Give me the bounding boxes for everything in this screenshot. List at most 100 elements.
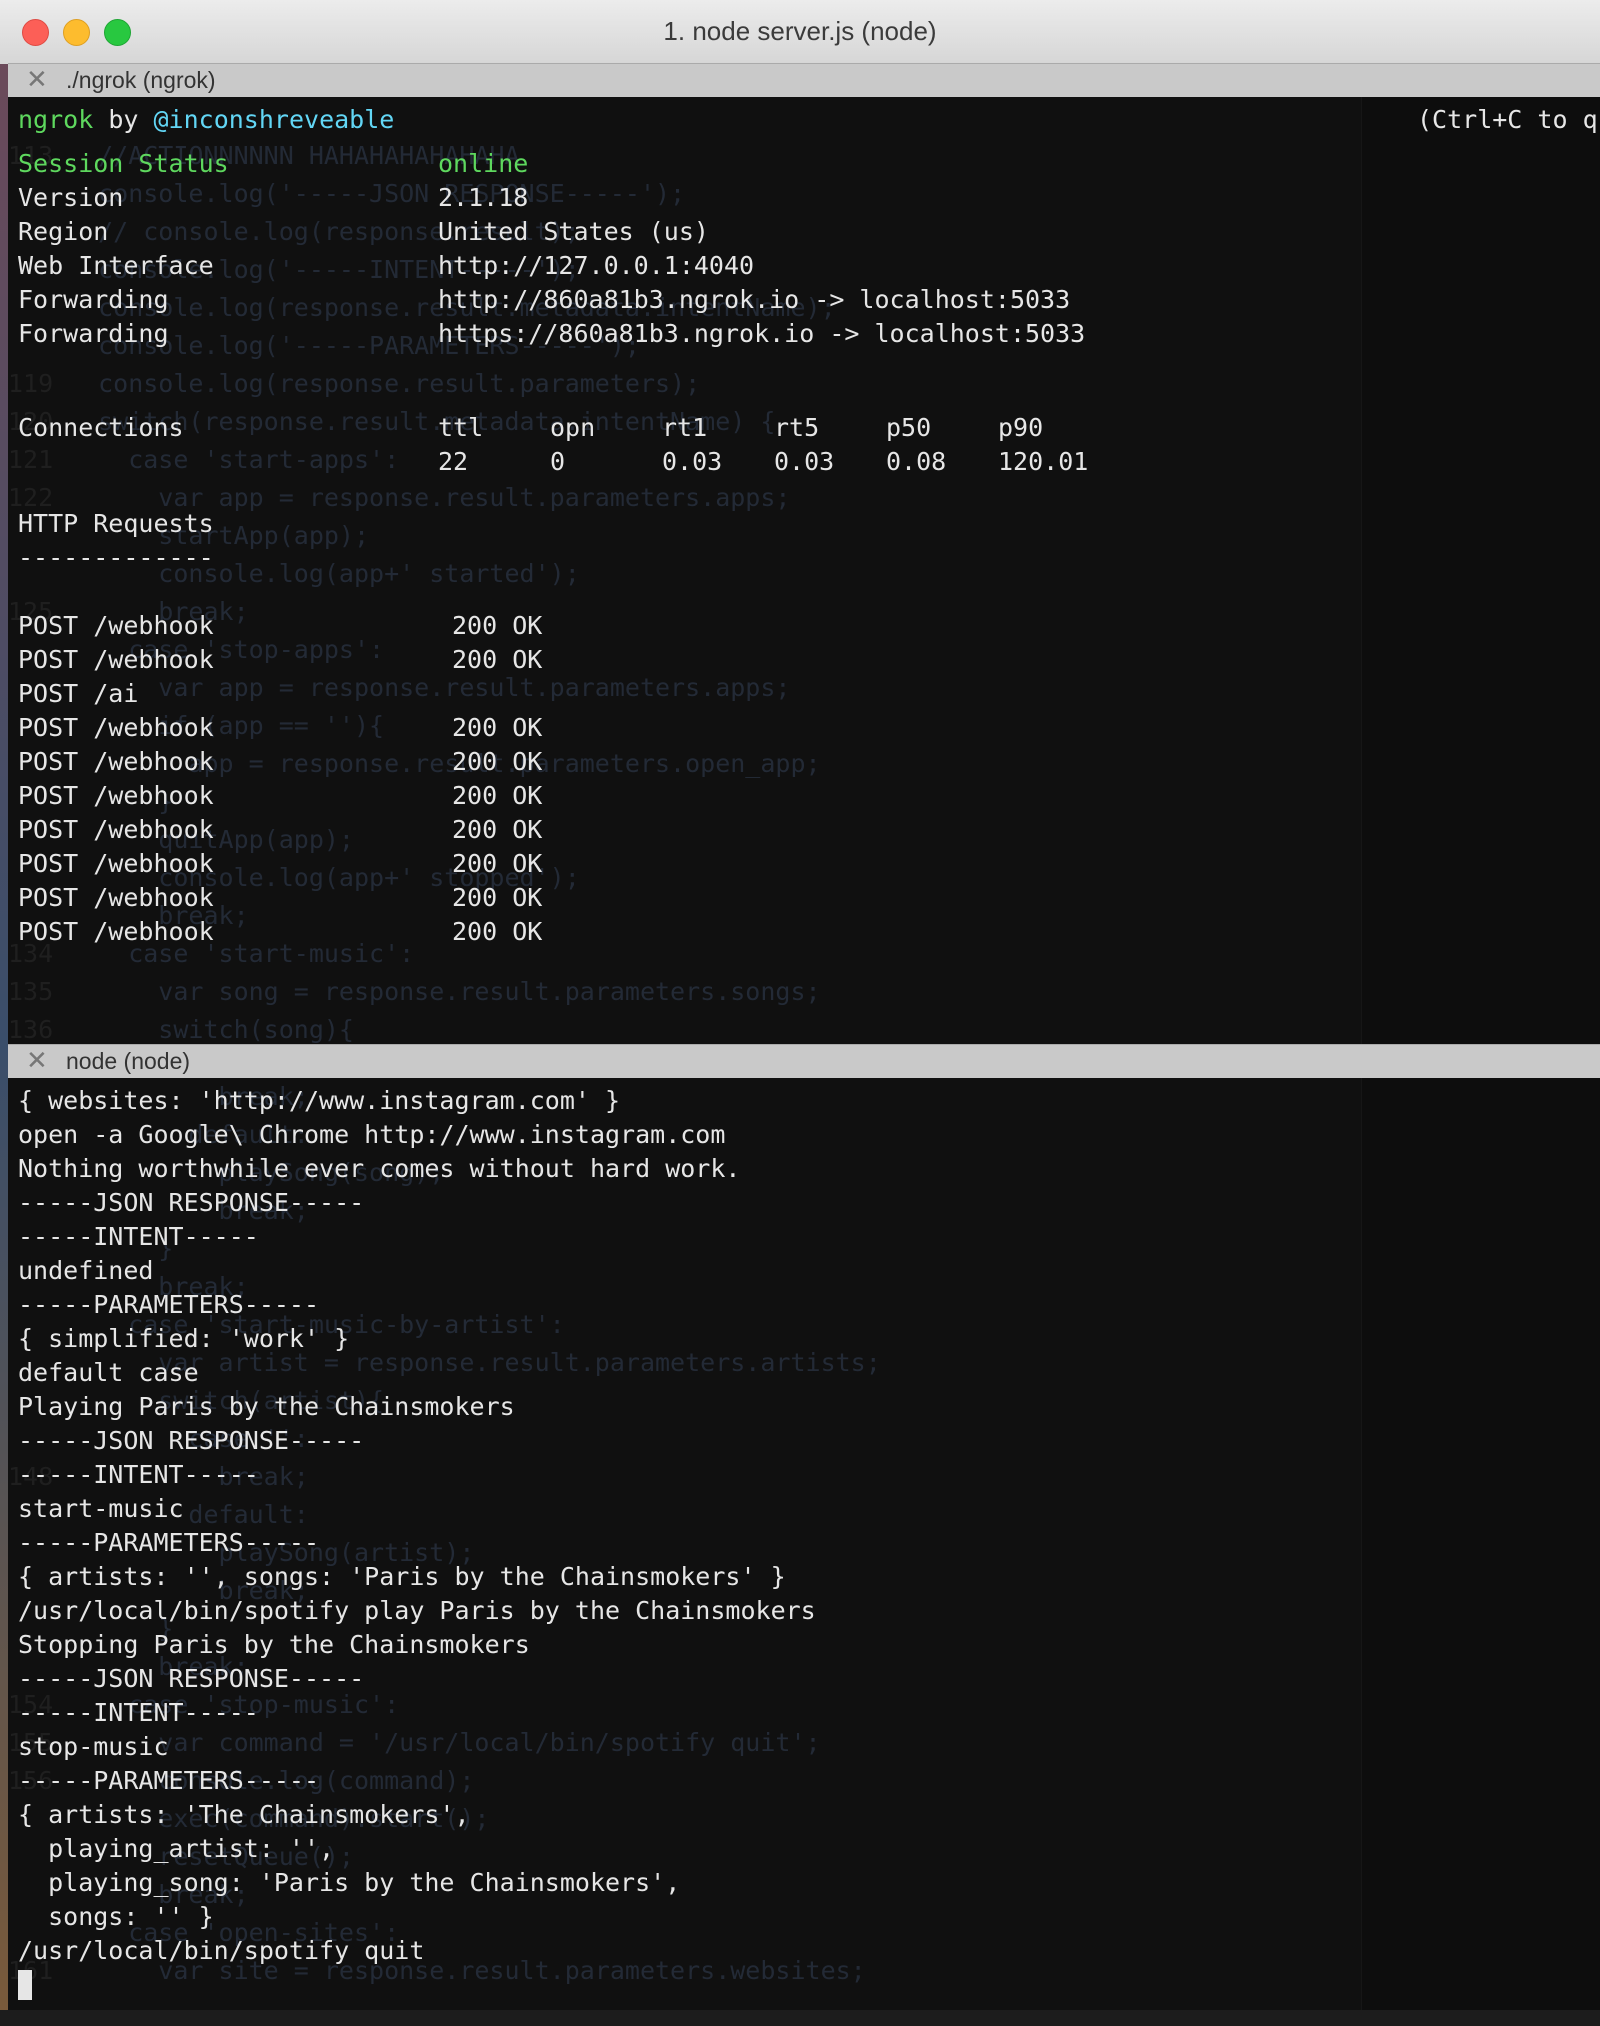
output-line: playing_artist: '',: [18, 1834, 335, 1863]
window-title: 1. node server.js (node): [663, 16, 937, 46]
request-status: 200 OK: [452, 917, 543, 946]
output-line: /usr/local/bin/spotify quit: [18, 1936, 425, 1965]
node-output: { websites: 'http://www.instagram.com' }…: [18, 1084, 816, 1968]
close-pane-icon[interactable]: ✕: [26, 1046, 48, 1076]
session-value: online: [438, 149, 529, 178]
ngrok-by: by: [108, 105, 139, 134]
request-status: 200 OK: [452, 815, 543, 844]
session-key: Forwarding: [18, 285, 169, 314]
request-status: 200 OK: [452, 645, 543, 674]
request-status: 200 OK: [452, 883, 543, 912]
session-value: http://860a81b3.ngrok.io -> localhost:50…: [438, 285, 1071, 314]
connections-header: p90: [998, 413, 1044, 442]
ngrok-brand: ngrok: [18, 105, 94, 134]
connections-header: p50: [886, 413, 932, 442]
output-line: { websites: 'http://www.instagram.com' }: [18, 1086, 621, 1115]
connections-label: Connections: [18, 413, 184, 442]
output-line: -----JSON RESPONSE-----: [18, 1426, 365, 1455]
window-bottom-edge: [0, 2010, 1600, 2026]
output-line: -----INTENT-----: [18, 1698, 259, 1727]
output-line: Stopping Paris by the Chainsmokers: [18, 1630, 530, 1659]
background-editor-minimap: [1361, 97, 1600, 1044]
output-line: default case: [18, 1358, 199, 1387]
ngrok-terminal-pane[interactable]: 113 //ACTIONNNNNN HAHAHAHAHAHAHA console…: [8, 97, 1600, 1044]
output-line: -----PARAMETERS-----: [18, 1290, 320, 1319]
background-editor-minimap: [1361, 1078, 1600, 2026]
window-titlebar: 1. node server.js (node): [0, 0, 1600, 65]
request-line: POST /webhook: [18, 645, 214, 674]
desktop-edge: [0, 64, 8, 2026]
ghost-code-text: switch(song){: [68, 1015, 354, 1044]
ghost-code-text: case 'start-apps':: [68, 445, 400, 474]
session-key: Session Status: [18, 149, 229, 178]
output-line: -----INTENT-----: [18, 1460, 259, 1489]
ghost-line-number: 136: [8, 1015, 54, 1044]
ghost-code-text: var app = response.result.parameters.app…: [68, 673, 791, 702]
ghost-line-number: 135: [8, 977, 54, 1006]
output-line: { artists: '', songs: 'Paris by the Chai…: [18, 1562, 786, 1591]
session-value: United States (us): [438, 217, 709, 246]
connections-value: 0.08: [886, 447, 947, 476]
request-line: POST /webhook: [18, 849, 214, 878]
output-line: Nothing worthwhile ever comes without ha…: [18, 1154, 741, 1183]
pane-tab-title: ./ngrok (ngrok): [66, 67, 216, 93]
output-line: playing_song: 'Paris by the Chainsmokers…: [18, 1868, 681, 1897]
session-value: http://127.0.0.1:4040: [438, 251, 755, 280]
request-line: POST /webhook: [18, 815, 214, 844]
request-status: 200 OK: [452, 747, 543, 776]
ghost-line-number: 121: [8, 445, 54, 474]
connections-header: opn: [550, 413, 596, 442]
pane-tab-node[interactable]: ✕ node (node): [8, 1044, 1600, 1079]
output-line: open -a Google\ Chrome http://www.instag…: [18, 1120, 726, 1149]
terminal-cursor: [18, 1970, 32, 2000]
output-line: -----JSON RESPONSE-----: [18, 1664, 365, 1693]
request-status: 200 OK: [452, 713, 543, 742]
ghost-code-text: console.log('-----JSON RESPONSE-----');: [68, 179, 686, 208]
request-line: POST /webhook: [18, 883, 214, 912]
connections-value: 0.03: [662, 447, 723, 476]
connections-value: 0: [550, 447, 566, 476]
quit-hint: (Ctrl+C to qu: [1417, 105, 1600, 134]
output-line: songs: '' }: [18, 1902, 214, 1931]
output-line: -----JSON RESPONSE-----: [18, 1188, 365, 1217]
request-line: POST /webhook: [18, 611, 214, 640]
http-requests-rule: -------------: [18, 543, 214, 572]
request-status: 200 OK: [452, 611, 543, 640]
output-line: undefined: [18, 1256, 154, 1285]
output-line: Playing Paris by the Chainsmokers: [18, 1392, 515, 1421]
connections-value: 22: [438, 447, 469, 476]
request-line: POST /webhook: [18, 713, 214, 742]
node-terminal-pane[interactable]: break; default: playSong(song); break; }…: [8, 1078, 1600, 2026]
request-line: POST /ai: [18, 679, 139, 708]
output-line: start-music: [18, 1494, 184, 1523]
session-value: https://860a81b3.ngrok.io -> localhost:5…: [438, 319, 1086, 348]
output-line: { simplified: 'work' }: [18, 1324, 350, 1353]
pane-tab-title: node (node): [66, 1048, 191, 1074]
request-line: POST /webhook: [18, 917, 214, 946]
request-status: 200 OK: [452, 781, 543, 810]
connections-header: rt5: [774, 413, 820, 442]
close-pane-icon[interactable]: ✕: [26, 65, 48, 95]
session-key: Version: [18, 183, 124, 212]
ngrok-header: ngrok by @inconshreveable: [18, 103, 394, 137]
ghost-code-text: console.log(response.result.parameters);: [68, 369, 701, 398]
pane-tab-ngrok[interactable]: ✕ ./ngrok (ngrok): [8, 63, 1600, 98]
output-line: { artists: 'The Chainsmokers',: [18, 1800, 470, 1829]
output-line: stop-music: [18, 1732, 169, 1761]
request-status: 200 OK: [452, 849, 543, 878]
connections-header: rt1: [662, 413, 708, 442]
output-line: -----PARAMETERS-----: [18, 1528, 320, 1557]
connections-value: 0.03: [774, 447, 835, 476]
output-line: -----INTENT-----: [18, 1222, 259, 1251]
session-key: Region: [18, 217, 109, 246]
request-line: POST /webhook: [18, 747, 214, 776]
session-value: 2.1.18: [438, 183, 529, 212]
connections-header: ttl: [438, 413, 484, 442]
ngrok-author: @inconshreveable: [153, 105, 395, 134]
output-line: -----PARAMETERS-----: [18, 1766, 320, 1795]
session-key: Web Interface: [18, 251, 214, 280]
ghost-line-number: 119: [8, 369, 54, 398]
ghost-code-text: var song = response.result.parameters.so…: [68, 977, 821, 1006]
connections-value: 120.01: [998, 447, 1089, 476]
session-key: Forwarding: [18, 319, 169, 348]
